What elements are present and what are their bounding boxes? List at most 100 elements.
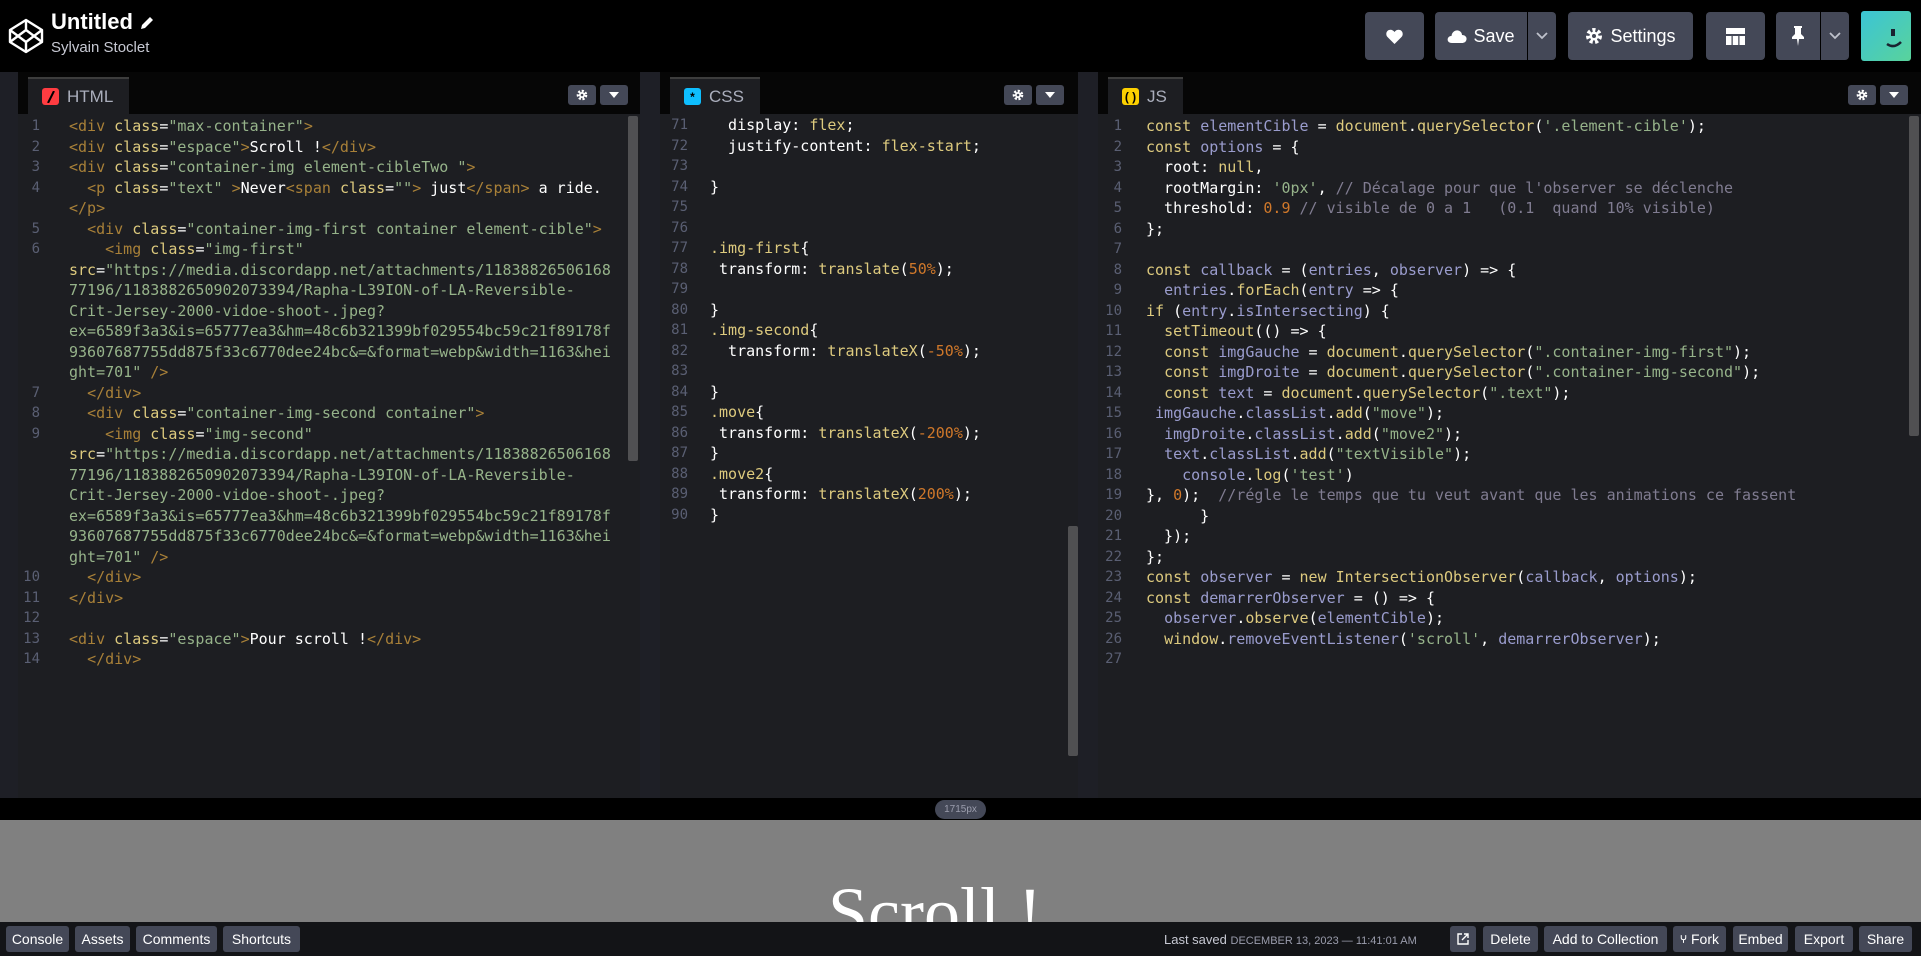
change-view-button[interactable] bbox=[1706, 12, 1765, 60]
code-token: classList bbox=[1254, 424, 1336, 443]
code-token: setTimeout bbox=[1164, 322, 1255, 340]
code-token: => { bbox=[1353, 281, 1399, 299]
heart-icon bbox=[1386, 29, 1403, 44]
user-avatar[interactable] bbox=[1861, 11, 1911, 61]
code-token: ); bbox=[1182, 486, 1219, 504]
open-in-new-window-button[interactable] bbox=[1450, 926, 1476, 952]
js-scrollbar[interactable] bbox=[1909, 116, 1919, 436]
code-token: ( bbox=[1326, 445, 1336, 463]
comments-button[interactable]: Comments bbox=[136, 926, 217, 952]
code-token: imgDroite bbox=[1218, 363, 1300, 381]
js-braces-icon: ( ) bbox=[1122, 88, 1139, 105]
code-token: ( bbox=[899, 259, 909, 278]
code-token: translateX bbox=[818, 423, 909, 442]
css-code[interactable]: 71 display: flex; 72 justify-content: fle… bbox=[660, 114, 1078, 798]
pen-title[interactable]: Untitled bbox=[51, 9, 133, 35]
save-options-button[interactable] bbox=[1528, 12, 1556, 60]
result-preview[interactable]: Scroll ! bbox=[0, 820, 1921, 922]
css-settings-button[interactable] bbox=[1004, 85, 1032, 105]
code-token: transform: bbox=[710, 423, 819, 442]
code-token: ( bbox=[1371, 424, 1381, 443]
love-button[interactable] bbox=[1365, 12, 1424, 60]
code-token: ); bbox=[1687, 117, 1706, 135]
code-token: "" bbox=[394, 178, 413, 197]
css-collapse-button[interactable] bbox=[1036, 85, 1064, 105]
code-token: ( bbox=[1525, 363, 1535, 381]
pen-author[interactable]: Sylvain Stoclet bbox=[51, 39, 149, 56]
code-token: } bbox=[710, 444, 720, 462]
code-token: 77196/1183882650902073394/Rapha-L39ION-o… bbox=[69, 465, 575, 484]
css-scrollbar[interactable] bbox=[1068, 526, 1078, 756]
code-token: src bbox=[69, 260, 97, 279]
code-token: .img-second bbox=[710, 321, 810, 339]
html-collapse-button[interactable] bbox=[600, 85, 628, 105]
code-token: querySelector bbox=[1362, 383, 1481, 402]
share-button[interactable]: Share bbox=[1859, 926, 1912, 952]
html-slash-icon bbox=[42, 88, 59, 105]
pane-resize-handle[interactable] bbox=[640, 72, 658, 798]
code-token: isIntersecting bbox=[1236, 301, 1363, 320]
js-code[interactable]: 1 const elementCible = document.querySele… bbox=[1098, 114, 1921, 798]
settings-button[interactable]: Settings bbox=[1568, 12, 1693, 60]
edit-pencil-icon[interactable] bbox=[139, 15, 155, 31]
code-token: = bbox=[385, 178, 395, 197]
code-token: querySelector bbox=[1407, 363, 1526, 381]
code-token: . bbox=[1227, 301, 1237, 320]
code-token: Never bbox=[240, 178, 286, 197]
tab-js[interactable]: ( ) JS bbox=[1108, 77, 1183, 114]
html-settings-button[interactable] bbox=[568, 85, 596, 105]
shortcuts-button[interactable]: Shortcuts bbox=[223, 926, 300, 952]
html-scrollbar[interactable] bbox=[628, 116, 638, 461]
code-token: "move2" bbox=[1380, 424, 1445, 443]
code-token: . bbox=[1398, 363, 1408, 381]
fork-button[interactable]: Fork bbox=[1673, 926, 1726, 952]
code-token: /> bbox=[150, 363, 169, 381]
code-token: ); bbox=[1453, 445, 1472, 463]
code-token: transform: bbox=[710, 485, 819, 503]
code-token: }, bbox=[1146, 486, 1174, 504]
assets-button[interactable]: Assets bbox=[75, 926, 130, 952]
last-saved-date: DECEMBER 13, 2023 — 11:41:01 AM bbox=[1230, 935, 1417, 947]
html-code[interactable]: 1 <div class="max-container"> 2 <div class=… bbox=[18, 114, 640, 798]
tab-html[interactable]: HTML bbox=[28, 77, 130, 114]
js-collapse-button[interactable] bbox=[1880, 85, 1908, 105]
code-token: ( bbox=[908, 423, 918, 442]
pin-options-button[interactable] bbox=[1821, 12, 1849, 60]
code-token: ( bbox=[1299, 281, 1309, 299]
code-token: = bbox=[96, 260, 106, 279]
code-token: class bbox=[114, 158, 160, 176]
code-token: "max-container" bbox=[168, 117, 304, 135]
code-token: ".container-img-first" bbox=[1534, 342, 1734, 361]
smiley-avatar-icon bbox=[1886, 29, 1902, 48]
save-button[interactable]: Save bbox=[1435, 12, 1527, 60]
pane-header bbox=[1098, 72, 1921, 114]
pane-resize-handle[interactable] bbox=[1078, 72, 1096, 798]
export-button[interactable]: Export bbox=[1795, 926, 1853, 952]
embed-button[interactable]: Embed bbox=[1733, 926, 1788, 952]
js-settings-button[interactable] bbox=[1848, 85, 1876, 105]
line-code: } bbox=[710, 503, 719, 528]
tab-css[interactable]: * CSS bbox=[670, 77, 760, 114]
code-token: = bbox=[159, 137, 169, 156]
codepen-logo-icon[interactable] bbox=[7, 17, 45, 55]
code-token: // Décalage pour que l'observer se décle… bbox=[1335, 178, 1734, 197]
code-token: flex-start bbox=[881, 136, 972, 155]
code-token: . bbox=[1227, 281, 1237, 299]
code-token: . bbox=[1218, 629, 1228, 648]
code-token: ); bbox=[1552, 383, 1571, 402]
code-token: <p bbox=[87, 178, 115, 197]
settings-label: Settings bbox=[1610, 25, 1676, 46]
delete-button[interactable]: Delete bbox=[1483, 926, 1538, 952]
code-token: Scroll ! bbox=[249, 137, 322, 156]
code-token: ( bbox=[917, 341, 927, 360]
code-token: 'test' bbox=[1290, 465, 1345, 484]
pin-button[interactable] bbox=[1776, 12, 1820, 60]
console-button[interactable]: Console bbox=[6, 926, 69, 952]
gear-icon bbox=[576, 89, 588, 101]
code-token: = bbox=[159, 158, 169, 176]
add-to-collection-button[interactable]: Add to Collection bbox=[1544, 926, 1667, 952]
